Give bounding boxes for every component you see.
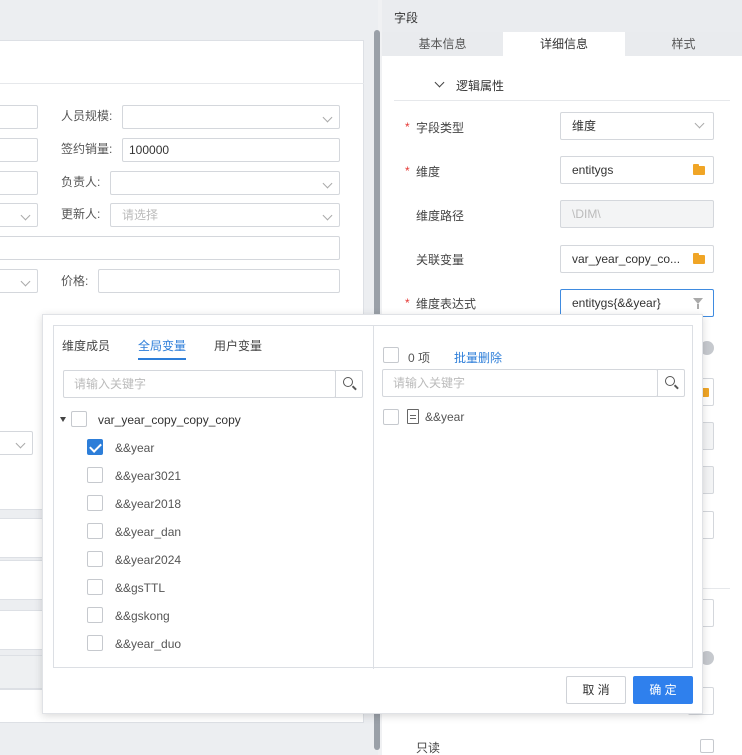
signed-sales-input[interactable]: 100000	[122, 138, 340, 162]
chevron-down-icon	[322, 112, 333, 123]
tree-item-checkbox[interactable]	[87, 523, 103, 539]
tree-item-label[interactable]: &&year2024	[115, 553, 181, 567]
staff-scale-label: 人员规模:	[61, 109, 113, 123]
picker-divider	[373, 326, 374, 669]
chevron-down-icon	[20, 210, 31, 221]
section-divider	[394, 100, 730, 101]
dimension-expression-label: 维度表达式	[416, 297, 477, 311]
folder-icon[interactable]	[693, 164, 705, 175]
updater-select[interactable]: 请选择	[110, 203, 340, 227]
price-label: 价格:	[61, 274, 89, 288]
dimension-label: 维度	[416, 165, 441, 179]
panel-tabs: 基本信息 详细信息 样式	[382, 32, 742, 56]
form-header-divider	[0, 83, 364, 84]
readonly-checkbox[interactable]	[700, 739, 714, 753]
chevron-down-icon	[20, 276, 31, 287]
tree-root-label[interactable]: var_year_copy_copy_copy	[98, 413, 241, 427]
left-search-button[interactable]	[335, 370, 363, 398]
tab-user-variables[interactable]: 用户变量	[214, 337, 262, 354]
dimension-expression-input[interactable]: entitygs{&&year}	[560, 289, 714, 317]
chevron-down-icon	[322, 210, 333, 221]
field-row2-input[interactable]	[0, 138, 38, 162]
tree-item-checkbox[interactable]	[87, 551, 103, 567]
required-mark: *	[405, 164, 410, 178]
updater-placeholder: 请选择	[122, 208, 159, 222]
left-search-input[interactable]: 请输入关键字	[63, 370, 336, 398]
tree-item-label[interactable]: &&year	[115, 441, 154, 455]
tree-item-label[interactable]: &&gsTTL	[115, 581, 165, 595]
tree-item-checkbox[interactable]	[87, 439, 103, 455]
search-icon	[343, 377, 353, 387]
panel-header: 字段	[382, 0, 742, 32]
document-icon	[407, 409, 419, 424]
select-all-checkbox[interactable]	[383, 347, 399, 363]
right-search-input[interactable]: 请输入关键字	[382, 369, 658, 397]
folder-icon[interactable]	[693, 253, 705, 264]
linked-variable-label: 关联变量	[416, 253, 465, 267]
right-search-button[interactable]	[657, 369, 685, 397]
bulk-delete-link[interactable]: 批量删除	[454, 349, 502, 366]
field-row6-select[interactable]	[0, 269, 38, 293]
tab-global-variables[interactable]: 全局变量	[138, 337, 186, 354]
confirm-button[interactable]: 确 定	[633, 676, 693, 704]
field-row4-select[interactable]	[0, 203, 38, 227]
tab-style[interactable]: 样式	[625, 32, 742, 56]
tree-item-checkbox[interactable]	[87, 579, 103, 595]
selected-count: 0 项	[408, 351, 431, 365]
tree-item-checkbox[interactable]	[87, 495, 103, 511]
dimension-value: entitygs	[572, 163, 614, 177]
dimension-input[interactable]: entitygs	[560, 156, 714, 184]
tree-item-label[interactable]: &&year_dan	[115, 525, 181, 539]
tree-root-checkbox[interactable]	[71, 411, 87, 427]
field-row7-select[interactable]	[0, 431, 33, 455]
owner-label: 负责人:	[61, 175, 101, 189]
price-input[interactable]	[98, 269, 340, 293]
dimension-path-label: 维度路径	[416, 209, 465, 223]
selected-item-label: &&year	[425, 410, 465, 424]
tree-item-label[interactable]: &&gskong	[115, 609, 170, 623]
selected-item-checkbox[interactable]	[383, 409, 399, 425]
search-icon	[665, 376, 675, 386]
wide-text-input[interactable]	[0, 236, 340, 260]
tree-item-checkbox[interactable]	[87, 635, 103, 651]
linked-variable-value: var_year_copy_co...	[572, 252, 681, 266]
tree-item-checkbox[interactable]	[87, 467, 103, 483]
dimension-expression-value: entitygs{&&year}	[572, 296, 661, 310]
staff-scale-select[interactable]	[122, 105, 340, 129]
owner-select[interactable]	[110, 171, 340, 195]
readonly-label: 只读	[416, 741, 441, 755]
caret-down-icon[interactable]	[60, 417, 66, 422]
field-row1-input[interactable]	[0, 105, 38, 129]
chevron-down-icon[interactable]	[434, 77, 445, 88]
tab-dimension-members[interactable]: 维度成员	[62, 337, 110, 354]
linked-variable-input[interactable]: var_year_copy_co...	[560, 245, 714, 273]
chevron-down-icon	[322, 178, 333, 189]
active-tab-indicator	[138, 358, 186, 360]
filter-icon[interactable]	[693, 298, 703, 309]
required-mark: *	[405, 296, 410, 310]
tab-detail-info[interactable]: 详细信息	[503, 32, 625, 56]
required-mark: *	[405, 120, 410, 134]
section-title[interactable]: 逻辑属性	[456, 77, 504, 94]
updater-label: 更新人:	[61, 207, 101, 221]
dimension-path-input: \DIM\	[560, 200, 714, 228]
field-type-label: 字段类型	[416, 121, 465, 135]
field-type-value: 维度	[572, 119, 597, 133]
field-type-select[interactable]: 维度	[560, 112, 714, 140]
variable-picker-popup: 维度成员 全局变量 用户变量 请输入关键字 var_year_copy_copy…	[42, 314, 703, 714]
tab-basic-info[interactable]: 基本信息	[382, 32, 503, 56]
chevron-down-icon	[15, 438, 26, 449]
cancel-button[interactable]: 取 消	[566, 676, 626, 704]
tree-item-label[interactable]: &&year2018	[115, 497, 181, 511]
tree-item-checkbox[interactable]	[87, 607, 103, 623]
tree-item-label[interactable]: &&year_duo	[115, 637, 181, 651]
picker-body: 维度成员 全局变量 用户变量 请输入关键字 var_year_copy_copy…	[53, 325, 693, 669]
chevron-down-icon	[694, 118, 705, 129]
tree-item-label[interactable]: &&year3021	[115, 469, 181, 483]
signed-sales-label: 签约销量:	[61, 142, 113, 156]
field-row3-input[interactable]	[0, 171, 38, 195]
